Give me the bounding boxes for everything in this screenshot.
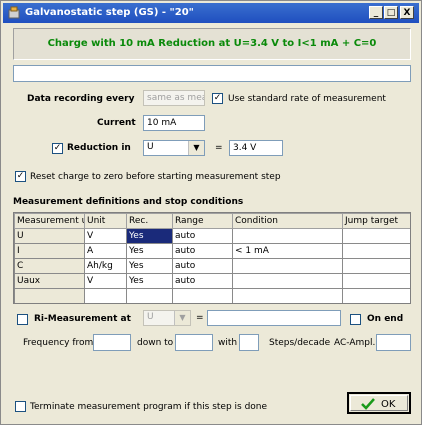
column-header[interactable]: Measurement u [14, 213, 85, 229]
step-summary-banner: Charge with 10 mA Reduction at U=3.4 V t… [13, 28, 411, 60]
table-cell[interactable]: < 1 mA [232, 243, 343, 259]
current-label: Current [97, 118, 136, 128]
with-label: with [218, 338, 238, 348]
data-recording-field[interactable]: same as meas [143, 90, 205, 106]
std-rate-label: Use standard rate of measurement [228, 94, 386, 104]
ri-variable-value: U [147, 312, 154, 322]
down-to-label: down to [137, 338, 174, 348]
ac-ampl-field[interactable] [376, 334, 411, 351]
data-recording-label: Data recording every [27, 94, 135, 104]
table-cell[interactable] [342, 258, 410, 274]
table-cell[interactable] [126, 288, 173, 303]
table-cell[interactable]: I [14, 243, 85, 259]
table-cell[interactable]: Yes [126, 258, 173, 274]
ri-value-field[interactable] [207, 310, 341, 326]
ok-button[interactable]: OK [347, 392, 411, 414]
table-cell[interactable] [172, 288, 233, 303]
reduction-variable-value: U [147, 142, 154, 152]
ri-label: Ri-Measurement at [34, 314, 131, 324]
reduction-checkbox[interactable]: ✓ [52, 143, 63, 154]
table-cell[interactable] [342, 228, 410, 244]
table-cell[interactable]: Ah/kg [84, 258, 127, 274]
current-field[interactable]: 10 mA [143, 115, 205, 131]
frequency-from-label: Frequency from [23, 338, 94, 348]
column-header[interactable]: Unit [84, 213, 127, 229]
reduction-variable-select[interactable]: U ▼ [143, 140, 205, 156]
table-cell[interactable]: Uaux [14, 273, 85, 289]
table-cell[interactable]: Yes [126, 243, 173, 259]
ri-checkbox[interactable] [17, 314, 28, 325]
reset-charge-label: Reset charge to zero before starting mea… [30, 172, 281, 182]
table-cell[interactable] [84, 288, 127, 303]
table-cell[interactable] [342, 273, 410, 289]
on-end-checkbox[interactable] [350, 314, 361, 325]
table-cell-selected[interactable]: Yes [126, 228, 173, 244]
terminate-label: Terminate measurement program if this st… [30, 402, 268, 412]
reduction-equals: = [215, 143, 223, 153]
table-row: U V Yes auto [14, 228, 410, 244]
close-button[interactable]: X [400, 6, 414, 19]
table-cell[interactable]: A [84, 243, 127, 259]
table-cell[interactable]: auto [172, 273, 233, 289]
reduction-value-field[interactable]: 3.4 V [229, 140, 283, 156]
column-header[interactable]: Rec. [126, 213, 173, 229]
minimize-button[interactable]: _ [369, 6, 383, 19]
ok-button-face: OK [350, 395, 408, 411]
comment-field[interactable] [13, 65, 411, 82]
table-cell[interactable] [342, 243, 410, 259]
measurement-grid[interactable]: Measurement u Unit Rec. Range Condition … [13, 212, 411, 304]
table-cell[interactable]: V [84, 228, 127, 244]
table-cell[interactable] [232, 288, 343, 303]
on-end-label: On end [367, 314, 404, 324]
down-to-field[interactable] [175, 334, 213, 351]
grid-title: Measurement definitions and stop conditi… [13, 197, 244, 207]
table-cell[interactable] [14, 288, 85, 303]
table-cell[interactable]: V [84, 273, 127, 289]
table-header-row: Measurement u Unit Rec. Range Condition … [14, 213, 410, 229]
table-cell[interactable] [232, 258, 343, 274]
ri-variable-select[interactable]: U ▼ [143, 310, 191, 326]
ok-button-label: OK [381, 399, 396, 410]
reset-charge-checkbox[interactable]: ✓ [15, 171, 26, 182]
measurement-table: Measurement u Unit Rec. Range Condition … [14, 213, 410, 303]
dialog-window: Galvanostatic step (GS) - "20" _ □ X Cha… [0, 0, 422, 425]
table-cell[interactable] [232, 228, 343, 244]
table-cell[interactable]: auto [172, 243, 233, 259]
table-row [14, 288, 410, 303]
window-title: Galvanostatic step (GS) - "20" [25, 7, 194, 18]
std-rate-checkbox[interactable]: ✓ [212, 93, 223, 104]
ri-equals: = [196, 313, 204, 323]
table-row: Uaux V Yes auto [14, 273, 410, 289]
ac-ampl-label: AC-Ampl. [334, 338, 376, 348]
title-bar: Galvanostatic step (GS) - "20" _ □ X [3, 3, 419, 23]
reduction-label: Reduction in [67, 143, 131, 153]
table-cell[interactable]: Yes [126, 273, 173, 289]
table-row: I A Yes auto < 1 mA [14, 243, 410, 259]
steps-decade-label: Steps/decade [269, 338, 331, 348]
chevron-down-icon[interactable]: ▼ [188, 141, 204, 155]
frequency-from-field[interactable] [93, 334, 131, 351]
column-header[interactable]: Condition [232, 213, 343, 229]
column-header[interactable]: Jump target [342, 213, 410, 229]
table-cell[interactable] [342, 288, 410, 303]
checkmark-icon [361, 398, 375, 410]
steps-field[interactable] [239, 334, 259, 351]
table-cell[interactable]: auto [172, 258, 233, 274]
table-row: C Ah/kg Yes auto [14, 258, 410, 274]
table-cell[interactable] [232, 273, 343, 289]
table-cell[interactable]: auto [172, 228, 233, 244]
column-header[interactable]: Range [172, 213, 233, 229]
app-icon [8, 6, 20, 19]
terminate-checkbox[interactable] [15, 401, 26, 412]
maximize-button[interactable]: □ [384, 6, 398, 19]
table-cell[interactable]: C [14, 258, 85, 274]
table-cell[interactable]: U [14, 228, 85, 244]
chevron-down-icon[interactable]: ▼ [174, 311, 190, 325]
